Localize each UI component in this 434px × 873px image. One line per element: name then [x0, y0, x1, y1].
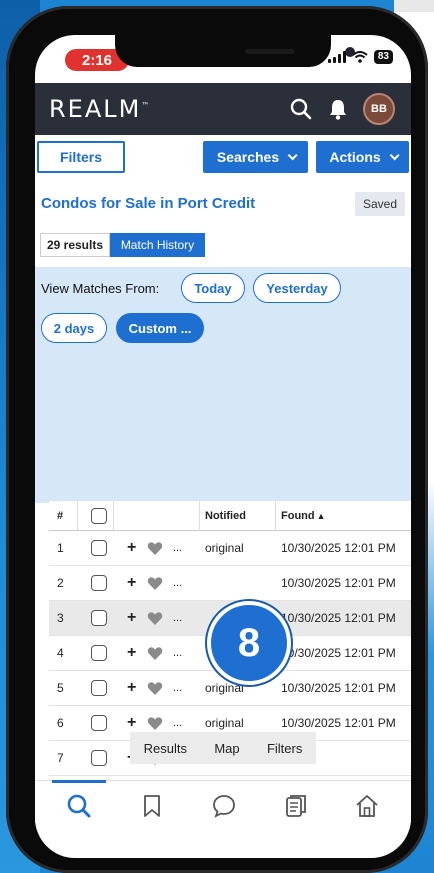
- col-divider: [199, 501, 200, 530]
- row-found: 10/30/2025 12:01 PM: [281, 611, 396, 625]
- battery-icon: 83: [373, 50, 393, 64]
- realm-logo[interactable]: REALM™: [49, 95, 151, 123]
- bottom-tab-bar: [35, 780, 411, 830]
- row-number: 6: [57, 716, 64, 730]
- more-icon[interactable]: ...: [173, 601, 182, 635]
- table-row[interactable]: 1 +... original 10/30/2025 12:01 PM: [49, 531, 411, 566]
- filters-button[interactable]: Filters: [37, 141, 125, 173]
- active-tab-indicator: [52, 780, 106, 783]
- more-icon[interactable]: ...: [173, 671, 182, 705]
- add-icon[interactable]: +: [127, 566, 136, 600]
- filters-view-button[interactable]: Filters: [267, 741, 302, 756]
- row-checkbox[interactable]: [91, 750, 107, 766]
- logo-trademark: ™: [141, 101, 152, 110]
- row-number: 3: [57, 611, 64, 625]
- col-num-header: #: [57, 509, 64, 522]
- home-tab-icon[interactable]: [354, 793, 380, 819]
- bell-icon[interactable]: [327, 97, 349, 121]
- signal-icon: [327, 51, 346, 63]
- col-notified-header[interactable]: Notified: [205, 501, 246, 530]
- row-found: 10/30/2025 12:01 PM: [281, 681, 396, 695]
- more-icon[interactable]: ...: [173, 636, 182, 670]
- row-number: 1: [57, 541, 64, 555]
- heart-icon[interactable]: [147, 716, 163, 731]
- map-view-button[interactable]: Map: [214, 741, 239, 756]
- avatar[interactable]: BB: [363, 93, 395, 125]
- row-number: 7: [57, 751, 64, 765]
- notch: [115, 35, 355, 67]
- phone-frame: 2:16 83 REALM™ BB Filters Searches Actio…: [6, 6, 428, 873]
- tab-match-history[interactable]: Match History: [110, 233, 205, 257]
- chevron-down-icon: [287, 149, 298, 160]
- add-icon[interactable]: +: [127, 636, 136, 670]
- actions-button[interactable]: Actions: [316, 141, 409, 173]
- add-icon[interactable]: +: [127, 601, 136, 635]
- table-header: # Notified Found ▲: [49, 501, 411, 531]
- more-icon[interactable]: ...: [173, 531, 182, 565]
- row-found: 10/30/2025 12:01 PM: [281, 576, 396, 590]
- heart-icon[interactable]: [147, 611, 163, 626]
- search-title[interactable]: Condos for Sale in Port Credit: [41, 195, 255, 212]
- step-number-badge: 8: [207, 601, 291, 685]
- documents-tab-icon[interactable]: [283, 793, 309, 819]
- table-row[interactable]: 2 +... 10/30/2025 12:01 PM: [49, 566, 411, 601]
- sort-ascending-icon: ▲: [316, 510, 326, 521]
- range-2-days-button[interactable]: 2 days: [41, 313, 107, 343]
- logo-text: REALM: [49, 95, 142, 123]
- row-found: 10/30/2025 12:01 PM: [281, 541, 396, 555]
- row-checkbox[interactable]: [91, 645, 107, 661]
- chat-tab-icon[interactable]: [211, 793, 237, 819]
- search-icon[interactable]: [289, 97, 313, 121]
- heart-icon[interactable]: [147, 646, 163, 661]
- searches-label: Searches: [216, 149, 280, 165]
- range-custom-button[interactable]: Custom ...: [116, 313, 204, 343]
- bookmark-tab-icon[interactable]: [139, 793, 165, 819]
- col-divider: [77, 501, 78, 530]
- view-matches-label: View Matches From:: [41, 281, 160, 296]
- row-checkbox[interactable]: [91, 610, 107, 626]
- row-number: 2: [57, 576, 64, 590]
- chevron-down-icon: [389, 149, 400, 160]
- range-today-button[interactable]: Today: [181, 273, 245, 303]
- app-header: REALM™ BB: [35, 83, 411, 135]
- heart-icon[interactable]: [147, 541, 163, 556]
- row-checkbox[interactable]: [91, 575, 107, 591]
- row-number: 4: [57, 646, 64, 660]
- heart-icon[interactable]: [147, 681, 163, 696]
- saved-badge[interactable]: Saved: [355, 192, 405, 216]
- view-switcher: Results Map Filters: [130, 732, 316, 764]
- speaker: [245, 49, 295, 54]
- add-icon[interactable]: +: [127, 671, 136, 705]
- actions-label: Actions: [329, 149, 381, 165]
- row-checkbox[interactable]: [91, 540, 107, 556]
- row-notified: original: [205, 541, 244, 555]
- col-divider: [275, 501, 276, 530]
- row-found: 10/30/2025 12:01 PM: [281, 646, 396, 660]
- row-checkbox[interactable]: [91, 680, 107, 696]
- searches-button[interactable]: Searches: [203, 141, 308, 173]
- status-icons: 83: [327, 50, 393, 64]
- more-icon[interactable]: ...: [173, 566, 182, 600]
- results-view-button[interactable]: Results: [144, 741, 187, 756]
- search-tab-icon[interactable]: [66, 793, 92, 819]
- wifi-icon: [352, 51, 368, 63]
- heart-icon[interactable]: [147, 576, 163, 591]
- range-yesterday-button[interactable]: Yesterday: [253, 273, 341, 303]
- phone-screen: 2:16 83 REALM™ BB Filters Searches Actio…: [35, 35, 411, 858]
- row-checkbox[interactable]: [91, 715, 107, 731]
- background-corner: [394, 0, 434, 12]
- select-all-checkbox[interactable]: [91, 507, 107, 524]
- row-number: 5: [57, 681, 64, 695]
- col-found-label: Found: [281, 509, 315, 522]
- col-found-header[interactable]: Found ▲: [281, 501, 326, 530]
- add-icon[interactable]: +: [127, 531, 136, 565]
- tab-results[interactable]: 29 results: [40, 233, 110, 257]
- col-divider: [113, 501, 114, 530]
